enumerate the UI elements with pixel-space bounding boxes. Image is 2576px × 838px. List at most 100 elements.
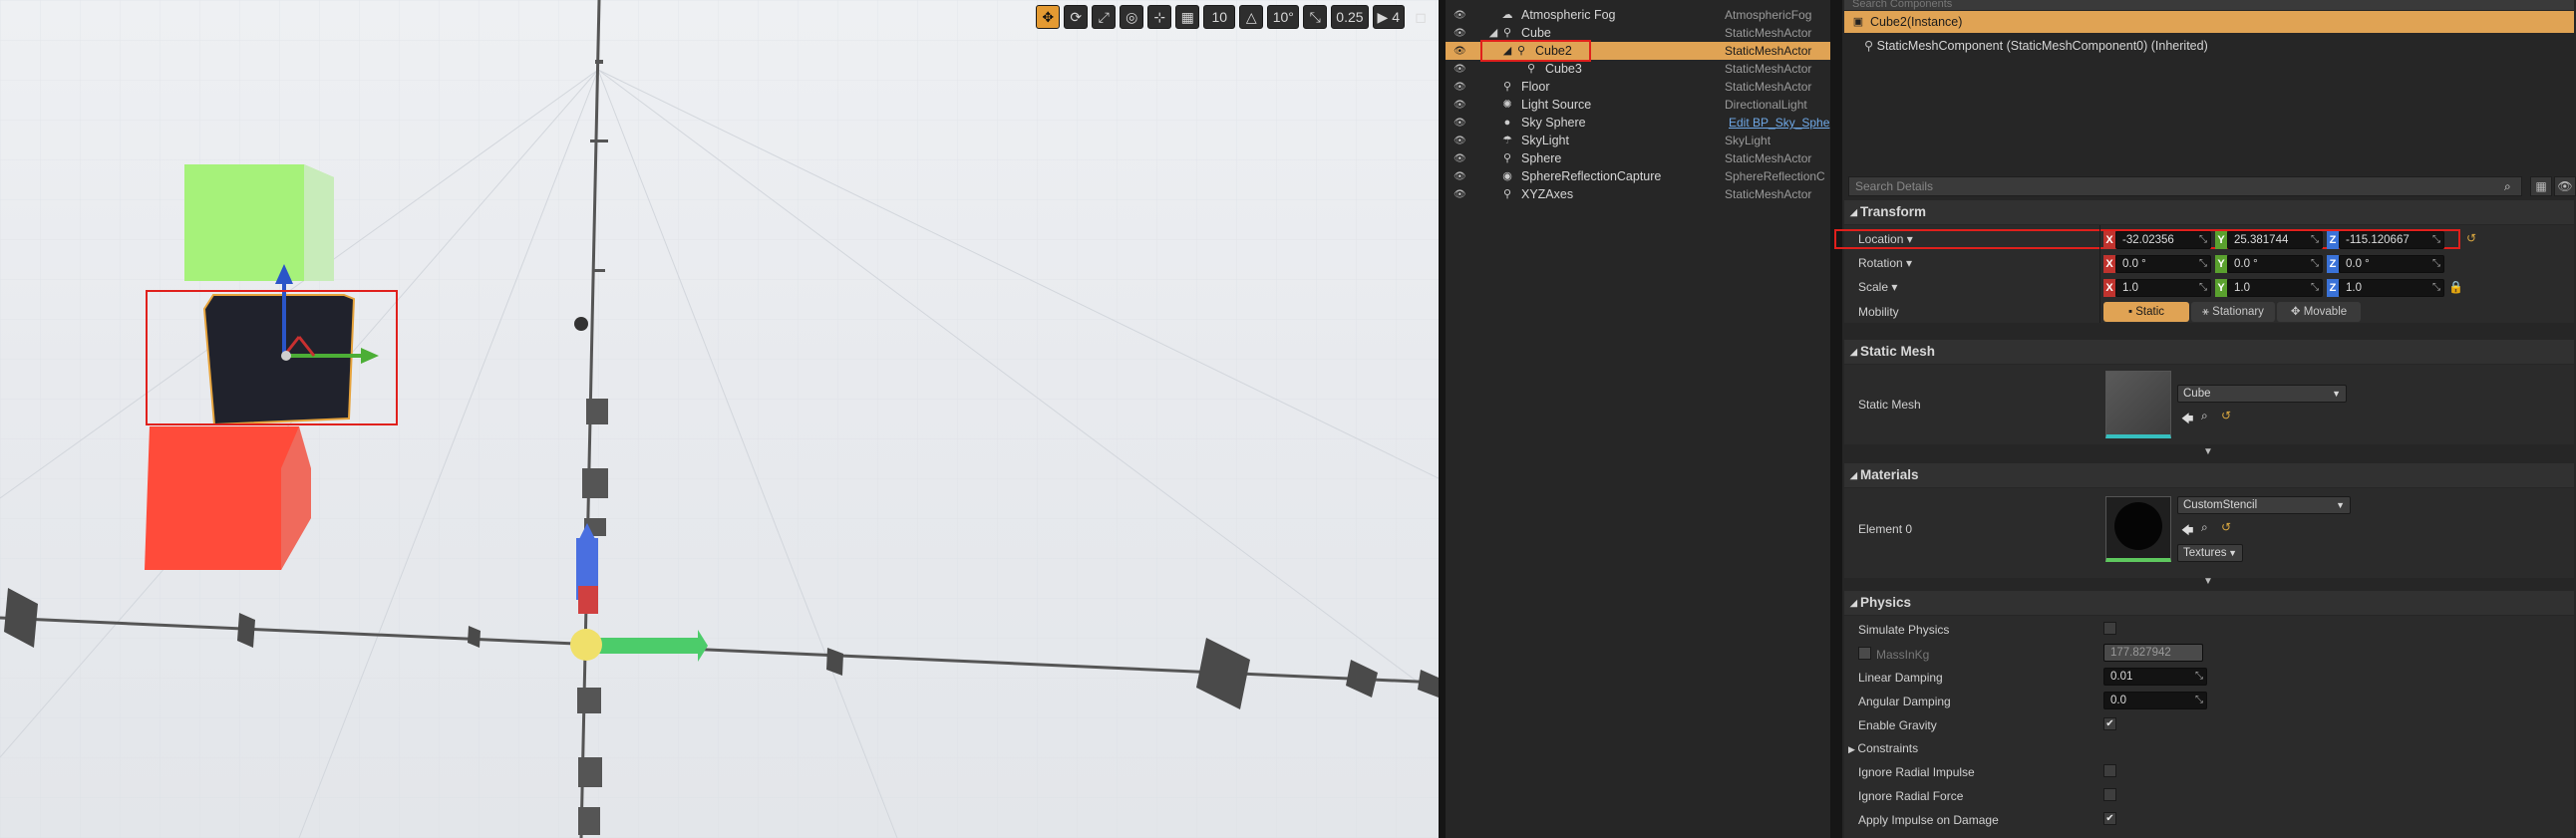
rotation-z-field[interactable]: 0.0 ° ⤡ [2339,255,2444,273]
visibility-eye-icon[interactable]: 👁 [1453,64,1469,75]
angular-damping-field[interactable]: 0.0 ⤡ [2103,692,2207,709]
location-x-field[interactable]: -32.02356 ⤡ [2115,231,2211,249]
advanced-expand-icon[interactable]: ▼ [2203,576,2213,587]
static-mesh-dropdown[interactable]: Cube ▼ [2177,385,2347,403]
surface-snap-icon[interactable]: ⊹ [1147,5,1172,29]
linear-damping-field[interactable]: 0.01 ⤡ [2103,668,2207,686]
visibility-eye-icon[interactable]: 👁 [1453,46,1469,57]
rotation-x-field[interactable]: 0.0 ° ⤡ [2115,255,2211,273]
use-selected-arrow-icon[interactable]: 🡄 [2181,410,2193,430]
panel-divider[interactable] [1439,0,1446,838]
transform-category[interactable]: ◢ Transform [1844,200,2574,224]
visibility-eye-icon[interactable]: 👁 [1453,136,1469,146]
level-viewport[interactable]: ✥ ⟳ ⤢ ◎ ⊹ ▦ 10 △ 10° ⤡ 0.25 ▶ 4 ◻ [0,0,1439,838]
material-thumbnail[interactable] [2105,496,2171,562]
scale-label-text: Scale [1858,280,1889,294]
property-matrix-icon[interactable]: ▦ [2530,176,2552,196]
materials-category[interactable]: ◢ Materials [1844,463,2574,487]
advanced-expand-icon[interactable]: ▼ [2203,446,2213,457]
world-local-icon[interactable]: ◎ [1120,5,1144,29]
rotation-snap-value[interactable]: 10° [1267,5,1300,29]
ignore-radial-force-checkbox[interactable] [2103,788,2116,801]
rotation-snap-icon[interactable]: △ [1239,5,1264,29]
mobility-stationary-button[interactable]: ⚹ Stationary [2191,302,2275,322]
browse-search-icon[interactable]: ⌕ [2201,520,2208,535]
reset-to-default-icon[interactable]: ↺ [2221,409,2231,422]
browse-search-icon[interactable]: ⌕ [2201,409,2208,423]
spin-icon: ⤡ [2195,695,2203,705]
physics-category[interactable]: ◢ Physics [1844,591,2574,615]
outliner-row[interactable]: 👁 ⚲ XYZAxes StaticMeshActor [1446,185,1830,203]
scale-label[interactable]: Scale ▾ [1858,280,1897,294]
scale-snap-value[interactable]: 0.25 [1331,5,1369,29]
enable-gravity-checkbox[interactable]: ✔ [2103,717,2116,730]
lock-icon[interactable]: 🔒 [2448,280,2463,294]
scale-z-axis-label: Z [2327,279,2339,297]
view-options-eye-icon[interactable]: 👁 [2554,176,2576,196]
outliner-row[interactable]: 👁 ⚲ Cube3 StaticMeshActor [1446,60,1830,78]
visibility-eye-icon[interactable]: 👁 [1453,189,1469,200]
scale-x-value: 1.0 [2122,282,2138,294]
visibility-eye-icon[interactable]: 👁 [1453,153,1469,164]
scale-x-field[interactable]: 1.0 ⤡ [2115,279,2211,297]
scale-mode-icon[interactable]: ⤢ [1092,5,1117,29]
outliner-row[interactable]: 👁 ☂ SkyLight SkyLight [1446,132,1830,149]
edit-blueprint-link[interactable]: Edit BP_Sky_Sphe [1729,116,1829,130]
scale-z-value: 1.0 [2346,282,2362,294]
static-mesh-category[interactable]: ◢ Static Mesh [1844,340,2574,364]
rotation-label[interactable]: Rotation ▾ [1858,256,1912,270]
mobility-static-button[interactable]: ▪ Static [2103,302,2189,322]
maximize-viewport-icon[interactable]: ◻ [1409,5,1433,29]
location-y-field[interactable]: 25.381744 ⤡ [2227,231,2323,249]
outliner-type: StaticMeshActor [1725,151,1812,165]
location-z-field[interactable]: -115.120667 ⤡ [2339,231,2444,249]
static-mesh-component-row[interactable]: ⚲ StaticMeshComponent (StaticMeshCompone… [1864,38,2208,53]
outliner-row[interactable]: 👁 ⚲ Sphere StaticMeshActor [1446,149,1830,167]
components-search-input[interactable]: Search Components [1844,0,2574,10]
static-mesh-thumbnail[interactable] [2105,371,2171,438]
grid-snap-icon[interactable]: ▦ [1175,5,1200,29]
simulate-physics-checkbox[interactable] [2103,622,2116,635]
reset-to-default-icon[interactable]: ↺ [2466,231,2476,245]
outliner-row[interactable]: 👁 ✺ Light Source DirectionalLight [1446,96,1830,114]
panel-splitter[interactable] [1830,0,1842,838]
camera-speed-button[interactable]: ▶ 4 [1372,5,1405,29]
outliner-row[interactable]: 👁 ⚲ Floor StaticMeshActor [1446,78,1830,96]
use-selected-arrow-icon[interactable]: 🡄 [2181,521,2193,542]
visibility-eye-icon[interactable]: 👁 [1453,10,1469,21]
textures-label: Textures [2183,547,2227,559]
translate-mode-icon[interactable]: ✥ [1036,5,1061,29]
visibility-eye-icon[interactable]: 👁 [1453,28,1469,39]
blueprint-instance-icon: ▣ [1852,16,1864,28]
outliner-row[interactable]: 👁 ● Sky Sphere Edit BP_Sky_Sphe [1446,114,1830,132]
apply-impulse-checkbox[interactable]: ✔ [2103,812,2116,825]
rotation-y-field[interactable]: 0.0 ° ⤡ [2227,255,2323,273]
mass-field: 177.827942 [2103,644,2203,662]
textures-button[interactable]: Textures ▼ [2177,544,2243,562]
ignore-radial-impulse-checkbox[interactable] [2103,764,2116,777]
scale-z-field[interactable]: 1.0 ⤡ [2339,279,2444,297]
outliner-row[interactable]: 👁 ◉ SphereReflectionCapture SphereReflec… [1446,167,1830,185]
mobility-movable-button[interactable]: ✥ Movable [2277,302,2361,322]
constraints-row[interactable]: ▶ Constraints [1848,741,1918,755]
visibility-eye-icon[interactable]: 👁 [1453,82,1469,93]
scale-y-field[interactable]: 1.0 ⤡ [2227,279,2323,297]
grid-snap-value[interactable]: 10 [1203,5,1236,29]
reset-to-default-icon[interactable]: ↺ [2221,520,2231,534]
outliner-type: SphereReflectionC [1725,169,1825,183]
mass-override-checkbox[interactable] [1858,647,1871,660]
location-label[interactable]: Location ▾ [1858,232,1913,246]
scale-snap-icon[interactable]: ⤡ [1303,5,1328,29]
outliner-row[interactable]: 👁 ☁ Atmospheric Fog AtmosphericFog [1446,6,1830,24]
scale-y-axis-label: Y [2215,279,2227,297]
visibility-eye-icon[interactable]: 👁 [1453,100,1469,111]
details-search-input[interactable]: Search Details [1848,176,2522,196]
collapse-arrow-icon[interactable]: ◢ [1487,27,1499,39]
materials-title: Materials [1860,467,1919,482]
visibility-eye-icon[interactable]: 👁 [1453,118,1469,129]
material-dropdown[interactable]: CustomStencil ▼ [2177,496,2351,514]
component-instance-row[interactable]: ▣ Cube2(Instance) [1844,11,2574,33]
rotate-mode-icon[interactable]: ⟳ [1064,5,1089,29]
spin-icon: ⤡ [2199,258,2207,269]
visibility-eye-icon[interactable]: 👁 [1453,171,1469,182]
